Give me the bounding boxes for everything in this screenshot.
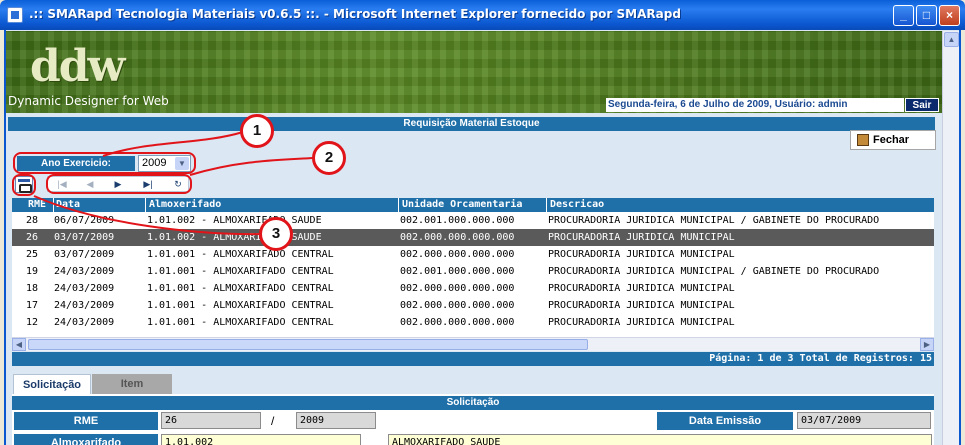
fechar-label: Fechar (873, 134, 910, 146)
cell-data: 24/03/2009 (54, 317, 115, 328)
cell-rme: 25 (26, 249, 39, 260)
scroll-right-icon[interactable]: ▶ (920, 338, 934, 351)
cell-descricao: PROCURADORIA JURIDICA MUNICIPAL (548, 232, 735, 243)
horizontal-scrollbar[interactable]: ◀ ▶ (12, 337, 934, 351)
ddw-logo: ddw (30, 41, 125, 92)
cell-rme: 18 (26, 283, 39, 294)
cell-data: 24/03/2009 (54, 266, 115, 277)
cell-unidade: 002.000.000.000.000 (400, 283, 515, 294)
annotation-highlight-3 (12, 174, 36, 196)
almoxarifado-name-field[interactable]: ALMOXARIFADO SAUDE (388, 434, 932, 445)
window-titlebar: .:: SMARapd Tecnologia Materiais v0.6.5 … (0, 0, 965, 30)
cell-rme: 12 (26, 317, 39, 328)
cell-descricao: PROCURADORIA JURIDICA MUNICIPAL (548, 317, 735, 328)
rme-field[interactable]: 26 (161, 412, 261, 429)
tab-item[interactable]: Item (92, 374, 172, 394)
cell-almoxerifado: 1.01.001 - ALMOXARIFADO CENTRAL (147, 266, 334, 277)
vertical-scrollbar[interactable]: ▲ (942, 31, 959, 445)
data-emissao-label: Data Emissão (657, 412, 793, 430)
cell-almoxerifado: 1.01.001 - ALMOXARIFADO CENTRAL (147, 283, 334, 294)
cell-descricao: PROCURADORIA JURIDICA MUNICIPAL / GABINE… (548, 266, 880, 277)
grid-header: RME Data Almoxerifado Unidade Orcamentar… (12, 198, 934, 212)
scroll-thumb[interactable] (28, 339, 588, 350)
table-row[interactable]: 18 24/03/2009 1.01.001 - ALMOXARIFADO CE… (12, 280, 934, 297)
annotation-marker-3: 3 (259, 217, 293, 251)
requisition-grid: RME Data Almoxerifado Unidade Orcamentar… (12, 198, 934, 338)
cell-rme: 26 (26, 232, 39, 243)
column-almoxerifado[interactable]: Almoxerifado (147, 198, 399, 212)
ie-icon (7, 7, 23, 23)
page-title: Requisição Material Estoque (8, 117, 935, 131)
solicitacao-form: Solicitação RME 26 / 2009 Data Emissão 0… (12, 394, 934, 445)
cell-data: 24/03/2009 (54, 283, 115, 294)
scroll-left-icon[interactable]: ◀ (12, 338, 26, 351)
session-status: Segunda-feira, 6 de Julho de 2009, Usuár… (606, 98, 904, 112)
cell-data: 06/07/2009 (54, 215, 115, 226)
column-data[interactable]: Data (54, 198, 146, 212)
cell-descricao: PROCURADORIA JURIDICA MUNICIPAL / GABINE… (548, 215, 880, 226)
table-row[interactable]: 19 24/03/2009 1.01.001 - ALMOXARIFADO CE… (12, 263, 934, 280)
column-descricao[interactable]: Descricao (548, 198, 934, 212)
column-rme[interactable]: RME (26, 198, 54, 212)
annotation-highlight-1 (13, 152, 196, 174)
cell-unidade: 002.000.000.000.000 (400, 232, 515, 243)
almoxarifado-code-field[interactable]: 1.01.002 (161, 434, 361, 445)
table-row-selected[interactable]: 26 03/07/2009 1.01.002 - ALMOXARIFADO SA… (12, 229, 934, 246)
cell-unidade: 002.001.000.000.000 (400, 266, 515, 277)
table-row[interactable]: 17 24/03/2009 1.01.001 - ALMOXARIFADO CE… (12, 297, 934, 314)
logo-subtitle: Dynamic Designer for Web (8, 94, 169, 108)
column-unidade-orcamentaria[interactable]: Unidade Orcamentaria (400, 198, 547, 212)
table-row[interactable]: 28 06/07/2009 1.01.002 - ALMOXARIFADO SA… (12, 212, 934, 229)
table-row[interactable]: 12 24/03/2009 1.01.001 - ALMOXARIFADO CE… (12, 314, 934, 331)
scroll-up-icon[interactable]: ▲ (944, 32, 959, 47)
maximize-button[interactable]: □ (916, 5, 937, 26)
cell-descricao: PROCURADORIA JURIDICA MUNICIPAL (548, 300, 735, 311)
table-row[interactable]: 25 03/07/2009 1.01.001 - ALMOXARIFADO CE… (12, 246, 934, 263)
cell-descricao: PROCURADORIA JURIDICA MUNICIPAL (548, 283, 735, 294)
pagination-status: Página: 1 de 3 Total de Registros: 15 (12, 352, 934, 366)
exit-door-icon (857, 134, 869, 146)
rme-year-field[interactable]: 2009 (296, 412, 376, 429)
cell-unidade: 002.000.000.000.000 (400, 300, 515, 311)
data-emissao-field[interactable]: 03/07/2009 (797, 412, 931, 429)
minimize-button[interactable]: _ (893, 5, 914, 26)
cell-rme: 28 (26, 215, 39, 226)
cell-descricao: PROCURADORIA JURIDICA MUNICIPAL (548, 249, 735, 260)
cell-data: 03/07/2009 (54, 232, 115, 243)
annotation-marker-1: 1 (240, 114, 274, 148)
cell-almoxerifado: 1.01.001 - ALMOXARIFADO CENTRAL (147, 317, 334, 328)
window-title: .:: SMARapd Tecnologia Materiais v0.6.5 … (29, 7, 681, 21)
annotation-highlight-2 (46, 174, 192, 194)
rme-label: RME (14, 412, 158, 430)
cell-unidade: 002.000.000.000.000 (400, 317, 515, 328)
cell-almoxerifado: 1.01.001 - ALMOXARIFADO CENTRAL (147, 300, 334, 311)
rme-separator: / (271, 414, 275, 428)
cell-rme: 19 (26, 266, 39, 277)
fechar-button[interactable]: Fechar (850, 130, 936, 150)
annotation-marker-2: 2 (312, 141, 346, 175)
cell-data: 03/07/2009 (54, 249, 115, 260)
cell-data: 24/03/2009 (54, 300, 115, 311)
sair-button[interactable]: Sair (905, 98, 939, 112)
almoxarifado-label: Almoxarifado (14, 434, 158, 445)
tab-solicitacao[interactable]: Solicitação (13, 374, 91, 394)
form-section-title: Solicitação (12, 396, 934, 410)
close-button[interactable]: × (939, 5, 960, 26)
cell-unidade: 002.000.000.000.000 (400, 249, 515, 260)
cell-unidade: 002.001.000.000.000 (400, 215, 515, 226)
cell-rme: 17 (26, 300, 39, 311)
